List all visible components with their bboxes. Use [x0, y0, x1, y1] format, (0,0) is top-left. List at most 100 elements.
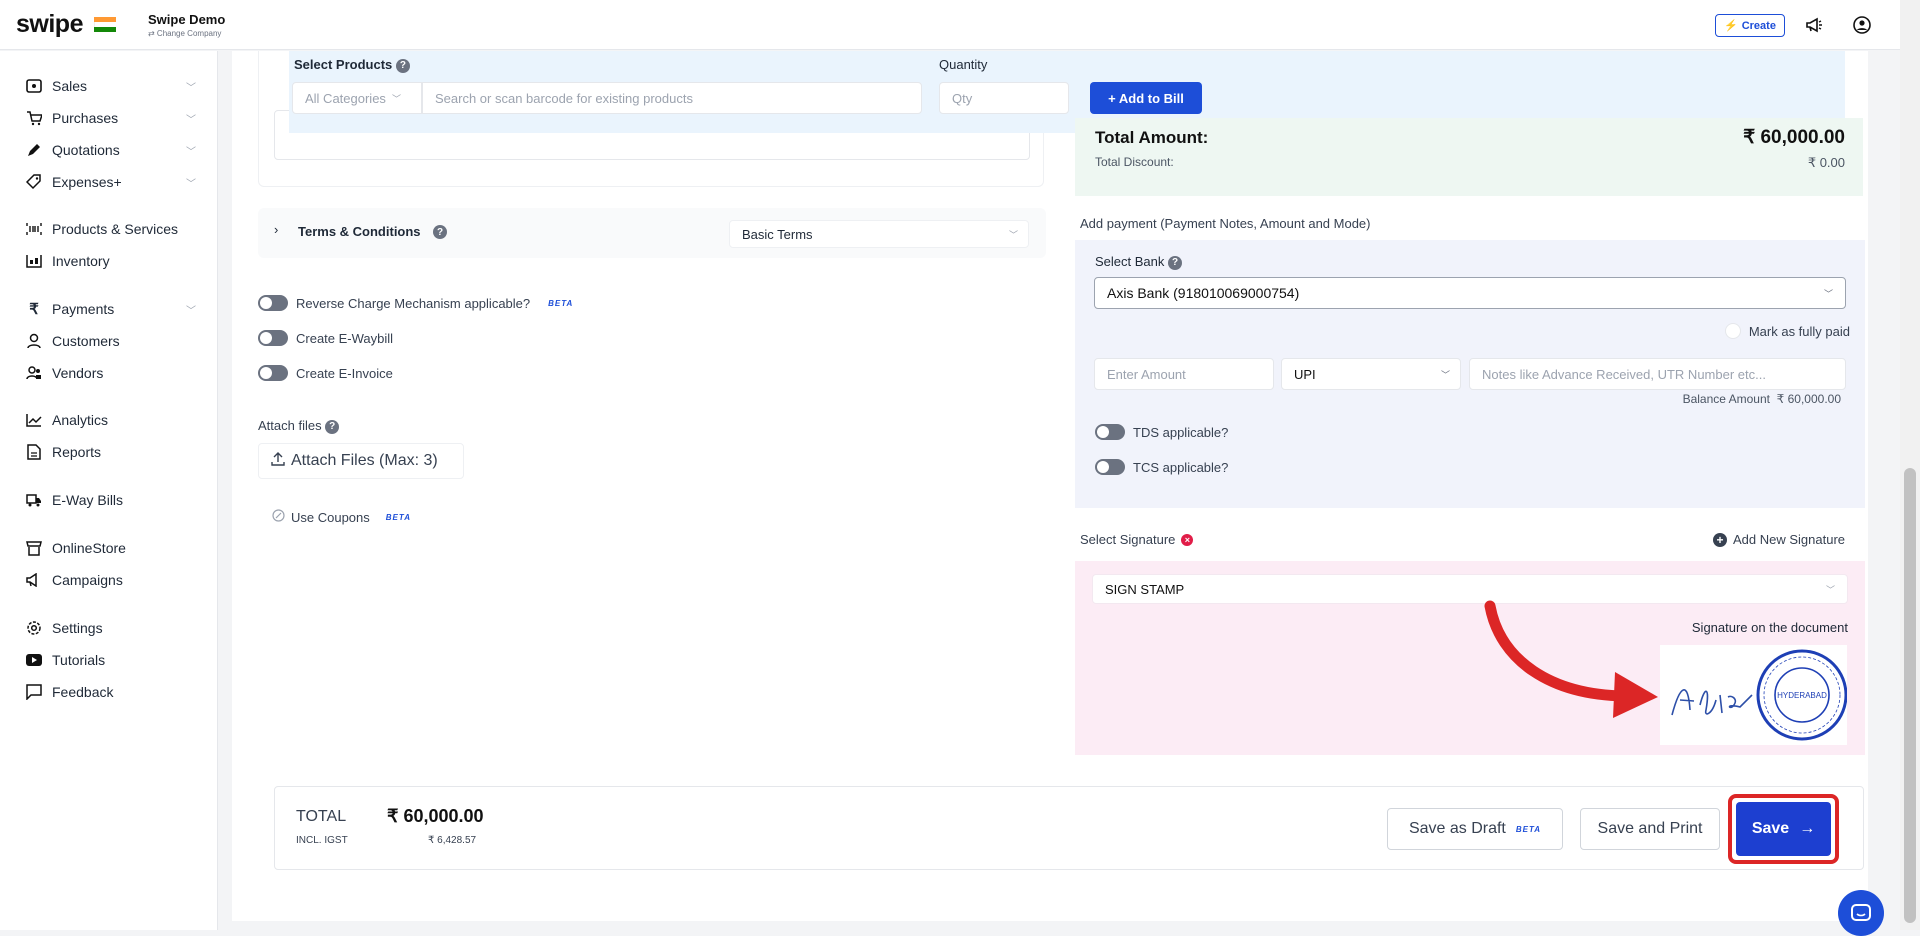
create-button-label: Create: [1741, 19, 1776, 32]
amount-input[interactable]: Enter Amount: [1094, 358, 1274, 390]
chat-support-icon[interactable]: [1838, 890, 1884, 936]
einvoice-toggle[interactable]: [258, 365, 288, 381]
payment-mode-select[interactable]: UPI ﹀: [1281, 358, 1461, 390]
help-icon[interactable]: ?: [433, 225, 447, 239]
total-discount-value: ₹ 0.00: [1807, 155, 1845, 170]
category-select[interactable]: All Categories ﹀: [292, 82, 422, 114]
sidebar-item-inventory[interactable]: Inventory: [26, 250, 196, 272]
terms-select[interactable]: Basic Terms ﹀: [729, 220, 1029, 248]
attach-files-button[interactable]: Attach Files (Max: 3): [258, 443, 464, 479]
reverse-charge-option[interactable]: Reverse Charge Mechanism applicable? BET…: [258, 295, 573, 311]
terms-conditions-panel[interactable]: › Terms & Conditions ? Basic Terms ﹀: [258, 208, 1046, 258]
chevron-down-icon: ﹀: [186, 147, 196, 158]
eway-bill-option[interactable]: Create E-Waybill: [258, 330, 393, 346]
create-button[interactable]: ⚡ Create: [1715, 14, 1785, 37]
save-as-draft-label: Save as Draft: [1408, 820, 1506, 837]
sidebar-item-payments[interactable]: ₹ Payments ﹀: [26, 298, 196, 320]
tds-option[interactable]: TDS applicable?: [1095, 424, 1228, 440]
truck-icon: [26, 492, 42, 508]
chevron-down-icon: ﹀: [186, 179, 196, 190]
save-as-draft-button[interactable]: Save as Draft BETA: [1387, 808, 1563, 850]
help-icon[interactable]: ?: [395, 58, 410, 73]
save-and-print-button[interactable]: Save and Print: [1580, 808, 1720, 850]
tds-toggle[interactable]: [1095, 424, 1125, 440]
top-bar: swipe Swipe Demo ⇄ Change Company ⚡ Crea…: [0, 0, 1900, 50]
sidebar-item-label: Expenses+: [52, 174, 122, 190]
footer-total-value: ₹ 60,000.00: [387, 806, 484, 826]
help-icon[interactable]: ?: [1168, 255, 1182, 270]
chart-icon: [26, 412, 42, 428]
sidebar-item-purchases[interactable]: Purchases ﹀: [26, 107, 196, 129]
quantity-input[interactable]: Qty: [939, 82, 1069, 114]
sidebar-item-tutorials[interactable]: Tutorials: [26, 649, 196, 671]
signature-on-document-label: Signature on the document: [1691, 620, 1848, 635]
company-switcher[interactable]: Swipe Demo ⇄ Change Company: [148, 12, 225, 38]
terms-label: Terms & Conditions: [298, 224, 421, 239]
sidebar-item-label: Inventory: [52, 253, 110, 269]
signature-panel: SIGN STAMP ﹀ Signature on the document H…: [1075, 561, 1865, 755]
eway-bill-toggle[interactable]: [258, 330, 288, 346]
sidebar-item-label: Purchases: [52, 110, 119, 126]
sidebar-item-customers[interactable]: Customers: [26, 330, 196, 352]
payment-notes-input[interactable]: Notes like Advance Received, UTR Number …: [1469, 358, 1846, 390]
payment-notes-placeholder: Notes like Advance Received, UTR Number …: [1482, 366, 1766, 382]
tcs-toggle[interactable]: [1095, 459, 1125, 475]
balance-amount-label: Balance Amount: [1682, 392, 1770, 406]
add-new-signature-label: Add New Signature: [1733, 532, 1846, 547]
change-company-link[interactable]: ⇄ Change Company: [148, 29, 225, 38]
user-icon: [26, 333, 42, 349]
signature-select[interactable]: SIGN STAMP ﹀: [1092, 574, 1848, 604]
sidebar-item-sales[interactable]: Sales ﹀: [26, 75, 196, 97]
footer-tax-value: ₹ 6,428.57: [428, 835, 477, 846]
bank-select-value: Axis Bank (918010069000754): [1107, 285, 1300, 301]
add-to-bill-button[interactable]: + Add to Bill: [1090, 82, 1202, 114]
sidebar-item-quotations[interactable]: Quotations ﹀: [26, 139, 196, 161]
scrollbar-thumb[interactable]: [1904, 468, 1916, 923]
bank-select[interactable]: Axis Bank (918010069000754) ﹀: [1094, 277, 1846, 309]
mark-fully-paid-radio[interactable]: [1724, 323, 1741, 339]
sidebar-item-onlinestore[interactable]: OnlineStore: [26, 537, 196, 559]
sidebar-item-analytics[interactable]: Analytics: [26, 409, 196, 431]
required-icon: ×: [1181, 533, 1194, 546]
plus-circle-icon: +: [1713, 532, 1727, 547]
barcode-icon: [26, 221, 42, 237]
reverse-charge-toggle[interactable]: [258, 295, 288, 311]
sidebar-item-label: Quotations: [52, 142, 120, 158]
sidebar-item-reports[interactable]: Reports: [26, 441, 196, 463]
chevron-down-icon: ﹀: [186, 306, 196, 317]
arrow-right-icon: →: [1799, 820, 1816, 837]
chevron-down-icon: ﹀: [1823, 288, 1833, 299]
sidebar-item-feedback[interactable]: Feedback: [26, 681, 196, 703]
einvoice-option[interactable]: Create E-Invoice: [258, 365, 393, 381]
select-bank-heading: Select Bank ?: [1095, 254, 1182, 270]
megaphone-icon[interactable]: [1803, 14, 1825, 36]
user-avatar-icon[interactable]: [1851, 14, 1873, 36]
save-button[interactable]: Save →: [1736, 802, 1831, 856]
sales-icon: [26, 78, 42, 94]
sidebar-item-label: Products & Services: [52, 221, 179, 237]
megaphone-icon: [26, 572, 42, 588]
attach-files-label: Attach files: [258, 418, 322, 433]
add-new-signature-button[interactable]: + Add New Signature: [1713, 532, 1845, 547]
sidebar-item-vendors[interactable]: Vendors: [26, 362, 196, 384]
sidebar-item-campaigns[interactable]: Campaigns: [26, 569, 196, 591]
quantity-label: Quantity: [939, 57, 988, 72]
payment-panel: Select Bank ? Axis Bank (918010069000754…: [1075, 240, 1865, 508]
tcs-option[interactable]: TCS applicable?: [1095, 459, 1228, 475]
cart-icon: [26, 110, 42, 126]
sidebar-item-expenses[interactable]: Expenses+ ﹀: [26, 171, 196, 193]
sidebar-item-eway-bills[interactable]: E-Way Bills: [26, 489, 196, 511]
product-search-input[interactable]: Search or scan barcode for existing prod…: [422, 82, 922, 114]
swipe-logo[interactable]: swipe: [16, 10, 83, 39]
use-coupons-option[interactable]: Use Coupons BETA: [272, 509, 411, 525]
total-amount-box: Total Amount: ₹ 60,000.00 Total Discount…: [1075, 118, 1863, 196]
terms-select-value: Basic Terms: [742, 226, 813, 242]
pen-icon: [26, 142, 42, 158]
sidebar-item-settings[interactable]: Settings: [26, 617, 196, 639]
mark-fully-paid-option[interactable]: Mark as fully paid: [1724, 323, 1850, 339]
quantity-placeholder: Qty: [952, 90, 973, 106]
attach-files-label: Attach Files (Max: 3): [291, 452, 438, 469]
help-icon[interactable]: ?: [325, 419, 340, 434]
sidebar-item-products-services[interactable]: Products & Services: [26, 218, 196, 240]
payment-mode-value: UPI: [1294, 366, 1316, 382]
